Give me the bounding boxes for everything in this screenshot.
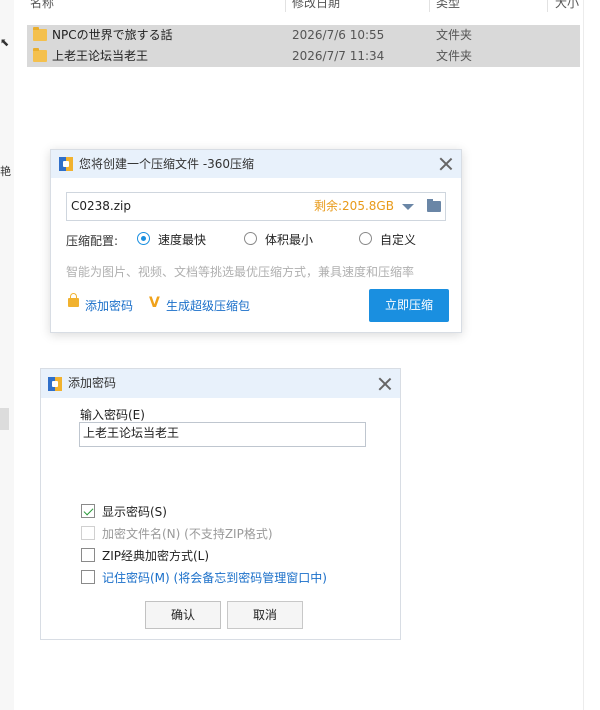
nav-pane-selection xyxy=(0,408,9,430)
column-header: 名称 修改日期 类型 大小 xyxy=(0,0,600,16)
checkbox-label[interactable]: ZIP经典加密方式(L) xyxy=(102,547,209,564)
compress-dialog: 您将创建一个压缩文件 -360压缩 C0238.zip 剩余:205.8GB 压… xyxy=(50,149,462,333)
360zip-app-icon xyxy=(59,157,73,171)
checkbox-label[interactable]: 记住密码(M) (将会备忘到密码管理窗口中) xyxy=(102,569,327,586)
column-size[interactable]: 大小 xyxy=(555,0,579,12)
nav-pane-text: 艳 xyxy=(0,165,11,178)
column-divider[interactable] xyxy=(285,0,286,12)
scrollbar-track[interactable] xyxy=(583,0,584,710)
password-value[interactable]: 上老王论坛当老王 xyxy=(83,423,179,443)
file-name: 上老王论坛当老王 xyxy=(52,49,149,63)
column-divider[interactable] xyxy=(429,0,430,12)
checkbox[interactable] xyxy=(81,570,95,584)
checkbox-label[interactable]: 显示密码(S) xyxy=(102,503,167,520)
confirm-button[interactable]: 确认 xyxy=(145,601,221,629)
cancel-button[interactable]: 取消 xyxy=(227,601,303,629)
column-modified[interactable]: 修改日期 xyxy=(292,0,340,12)
file-type: 文件夹 xyxy=(436,49,473,63)
radio-label: 速度最快 xyxy=(158,233,207,247)
radio-label: 自定义 xyxy=(380,233,417,247)
file-name: NPCの世界で旅する話 xyxy=(52,28,173,42)
navigation-pane: ⬉ 艳 xyxy=(0,0,14,710)
free-space-label: 剩余:205.8GB xyxy=(314,199,394,213)
close-icon[interactable] xyxy=(439,157,453,171)
super-pack-v-icon[interactable]: V xyxy=(149,295,160,311)
password-input[interactable]: 上老王论坛当老王 xyxy=(79,422,366,447)
chevron-down-icon[interactable] xyxy=(402,204,414,210)
compress-dialog-titlebar[interactable]: 您将创建一个压缩文件 -360压缩 xyxy=(51,150,461,178)
file-modified: 2026/7/6 10:55 xyxy=(292,28,385,42)
pin-icon: ⬉ xyxy=(0,36,10,49)
folder-icon xyxy=(33,27,47,41)
archive-filename-field[interactable]: C0238.zip 剩余:205.8GB xyxy=(66,192,446,221)
file-row[interactable]: 上老王论坛当老王 2026/7/7 11:34 文件夹 xyxy=(27,46,580,67)
radio-button[interactable] xyxy=(359,232,372,245)
radio-button[interactable] xyxy=(244,232,257,245)
compression-hint: 智能为图片、视频、文档等挑选最优压缩方式，兼具速度和压缩率 xyxy=(66,265,415,279)
360zip-app-icon xyxy=(48,377,62,391)
checkbox xyxy=(81,526,95,540)
file-modified: 2026/7/7 11:34 xyxy=(292,49,385,63)
compress-now-button[interactable]: 立即压缩 xyxy=(369,289,449,322)
add-password-link[interactable]: 添加密码 xyxy=(85,297,133,314)
checkbox[interactable] xyxy=(81,548,95,562)
password-input-label: 输入密码(E) xyxy=(80,408,145,422)
checkbox[interactable] xyxy=(81,504,95,518)
password-dialog-titlebar[interactable]: 添加密码 xyxy=(41,369,400,398)
file-type: 文件夹 xyxy=(436,28,473,42)
super-pack-link[interactable]: 生成超级压缩包 xyxy=(166,297,250,314)
column-divider[interactable] xyxy=(547,0,548,12)
browse-folder-icon[interactable] xyxy=(427,199,441,212)
file-row[interactable]: NPCの世界で旅する話 2026/7/6 10:55 文件夹 xyxy=(27,25,580,46)
checkbox-label: 加密文件名(N) (不支持ZIP格式) xyxy=(102,527,273,541)
lock-icon[interactable] xyxy=(68,293,79,307)
column-name[interactable]: 名称 xyxy=(30,0,54,12)
radio-label: 体积最小 xyxy=(265,233,314,247)
compression-config-label: 压缩配置: xyxy=(66,234,119,248)
password-dialog-title: 添加密码 xyxy=(68,376,117,390)
column-type[interactable]: 类型 xyxy=(436,0,460,12)
archive-filename[interactable]: C0238.zip xyxy=(71,193,131,220)
compress-dialog-title: 您将创建一个压缩文件 -360压缩 xyxy=(79,157,255,171)
radio-button[interactable] xyxy=(137,232,150,245)
close-icon[interactable] xyxy=(378,377,392,391)
folder-icon xyxy=(33,48,47,62)
add-password-dialog: 添加密码 输入密码(E) 上老王论坛当老王 显示密码(S) 加密文件名(N) (… xyxy=(40,368,401,640)
